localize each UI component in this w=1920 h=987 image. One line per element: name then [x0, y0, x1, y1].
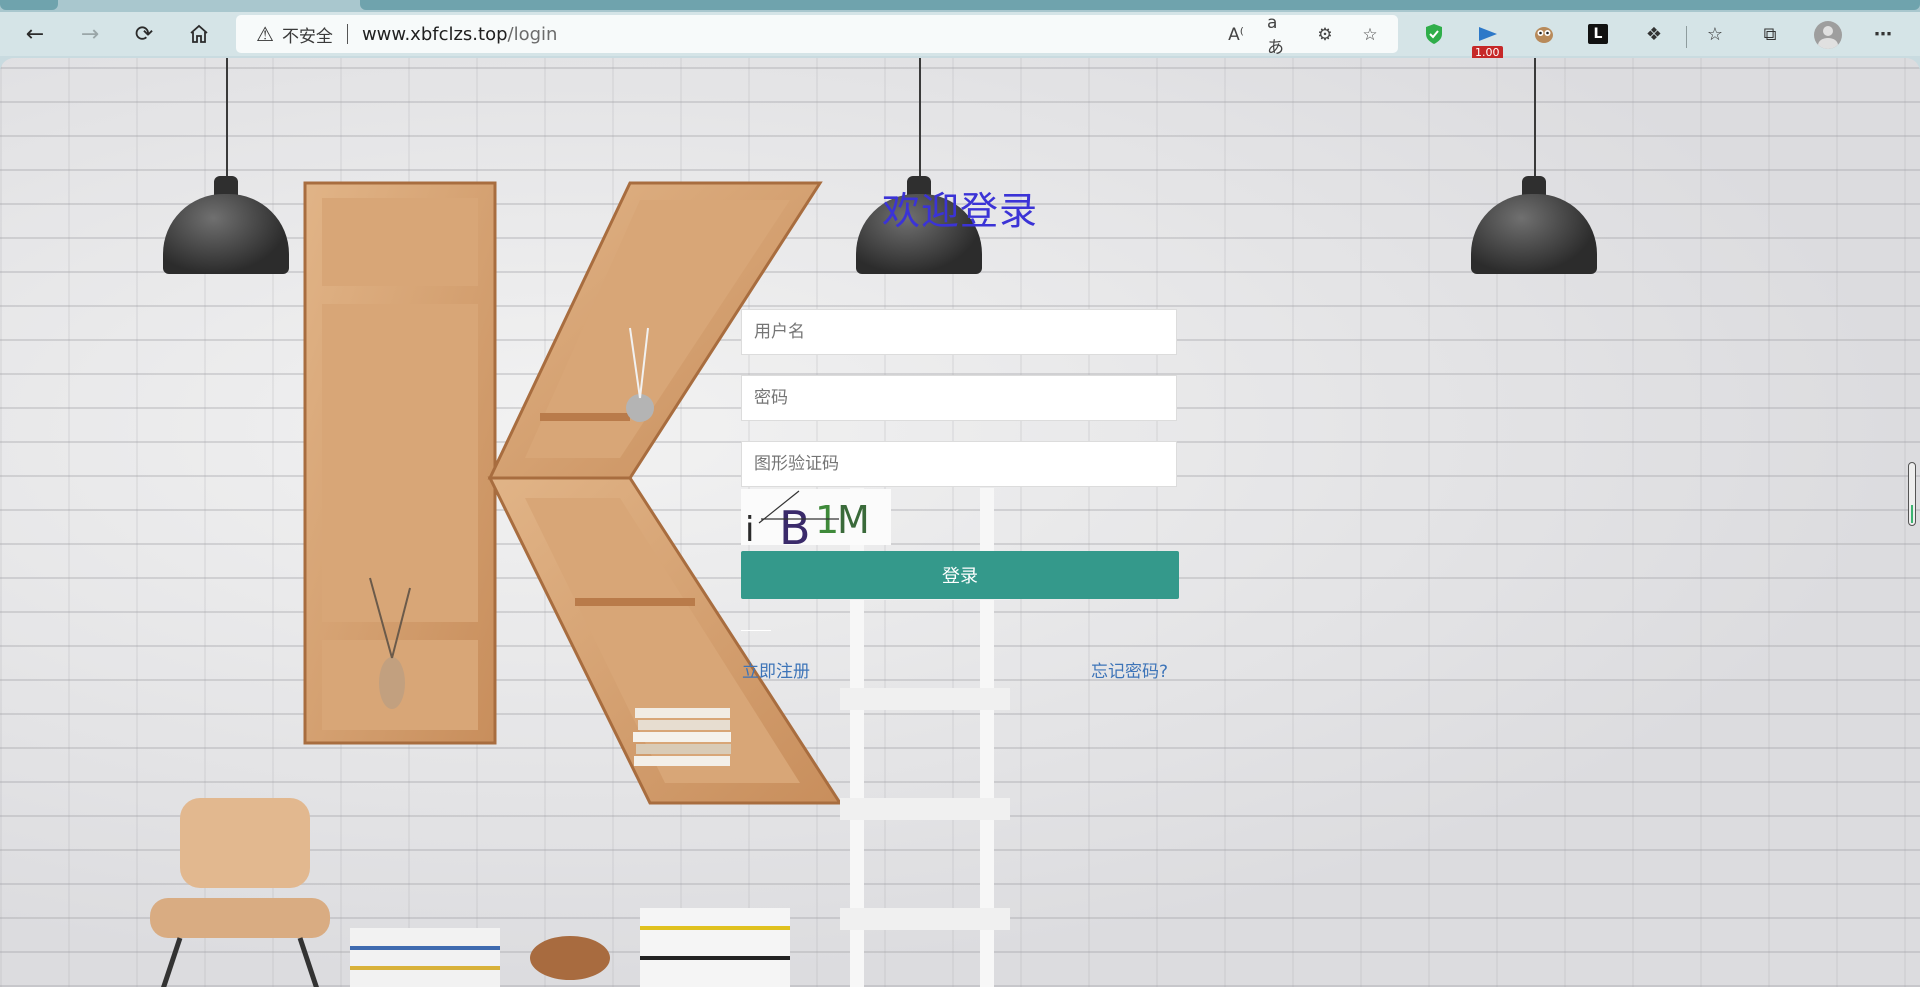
read-aloud-icon[interactable]: A⁽ [1223, 22, 1249, 48]
more-options-icon[interactable]: ⋯ [1869, 20, 1897, 48]
warning-triangle-icon[interactable]: ⚠ [256, 22, 274, 46]
profile-avatar[interactable] [1814, 21, 1842, 49]
forgot-password-link[interactable]: 忘记密码? [1091, 657, 1168, 682]
tab-next[interactable] [360, 0, 1920, 10]
url-path: /login [507, 23, 558, 45]
address-bar[interactable]: ⚠ 不安全 www.xbfclzs.top/login A⁽ aあ ⚙ ☆ [236, 13, 1398, 58]
login-button[interactable]: 登录 [741, 551, 1179, 599]
wooden-chair-illustration [150, 798, 330, 987]
username-input[interactable] [741, 309, 1177, 355]
browser-toolbar: ← → ⟳ ⚠ 不安全 www.xbfclzs.top/login A⁽ aあ … [0, 12, 1920, 60]
extensions-puzzle-icon[interactable]: ❖ [1640, 20, 1668, 48]
reload-button[interactable]: ⟳ [126, 16, 162, 52]
back-arrow-icon: ← [25, 21, 45, 47]
home-icon [190, 24, 208, 43]
captcha-char-2: B [779, 501, 811, 545]
home-button[interactable] [181, 16, 217, 52]
tab-previous[interactable] [0, 0, 58, 10]
captcha-char-3: 1 [815, 498, 839, 542]
reload-icon: ⟳ [134, 21, 154, 47]
security-label[interactable]: 不安全 [282, 22, 333, 47]
captcha-char-1: i [745, 510, 754, 545]
scroll-indicator[interactable] [1908, 462, 1916, 526]
forward-arrow-icon: → [80, 21, 100, 47]
translate-icon[interactable]: aあ [1267, 13, 1293, 58]
pendant-lamp-left [163, 58, 289, 318]
favorites-icon[interactable]: ☆ [1701, 20, 1729, 48]
speed-extension-icon[interactable] [1474, 20, 1502, 48]
captcha-char-4: M [837, 498, 870, 542]
captcha-image[interactable]: i B 1 M [741, 489, 891, 545]
address-separator [346, 24, 348, 44]
tab-strip [0, 0, 1920, 12]
forward-button[interactable]: → [72, 16, 108, 52]
book-stacks-illustration [350, 908, 790, 987]
url-text[interactable]: www.xbfclzs.top/login [362, 24, 558, 45]
tracking-prevention-icon[interactable]: ⚙ [1312, 22, 1338, 48]
l-extension-icon[interactable]: L [1584, 20, 1612, 48]
url-host: www.xbfclzs.top [361, 23, 508, 45]
add-favorite-icon[interactable]: ☆ [1357, 22, 1383, 48]
collections-icon[interactable]: ⧉ [1756, 20, 1784, 48]
owl-extension-icon[interactable] [1530, 20, 1558, 48]
pendant-lamp-right [1471, 58, 1597, 318]
form-divider [741, 630, 771, 631]
password-input[interactable] [741, 375, 1177, 421]
toolbar-divider [1686, 26, 1687, 48]
back-button[interactable]: ← [17, 16, 53, 52]
register-link[interactable]: 立即注册 [742, 657, 810, 682]
captcha-input[interactable] [741, 441, 1177, 487]
login-title: 欢迎登录 [881, 189, 1038, 233]
shield-extension-icon[interactable] [1420, 20, 1448, 48]
